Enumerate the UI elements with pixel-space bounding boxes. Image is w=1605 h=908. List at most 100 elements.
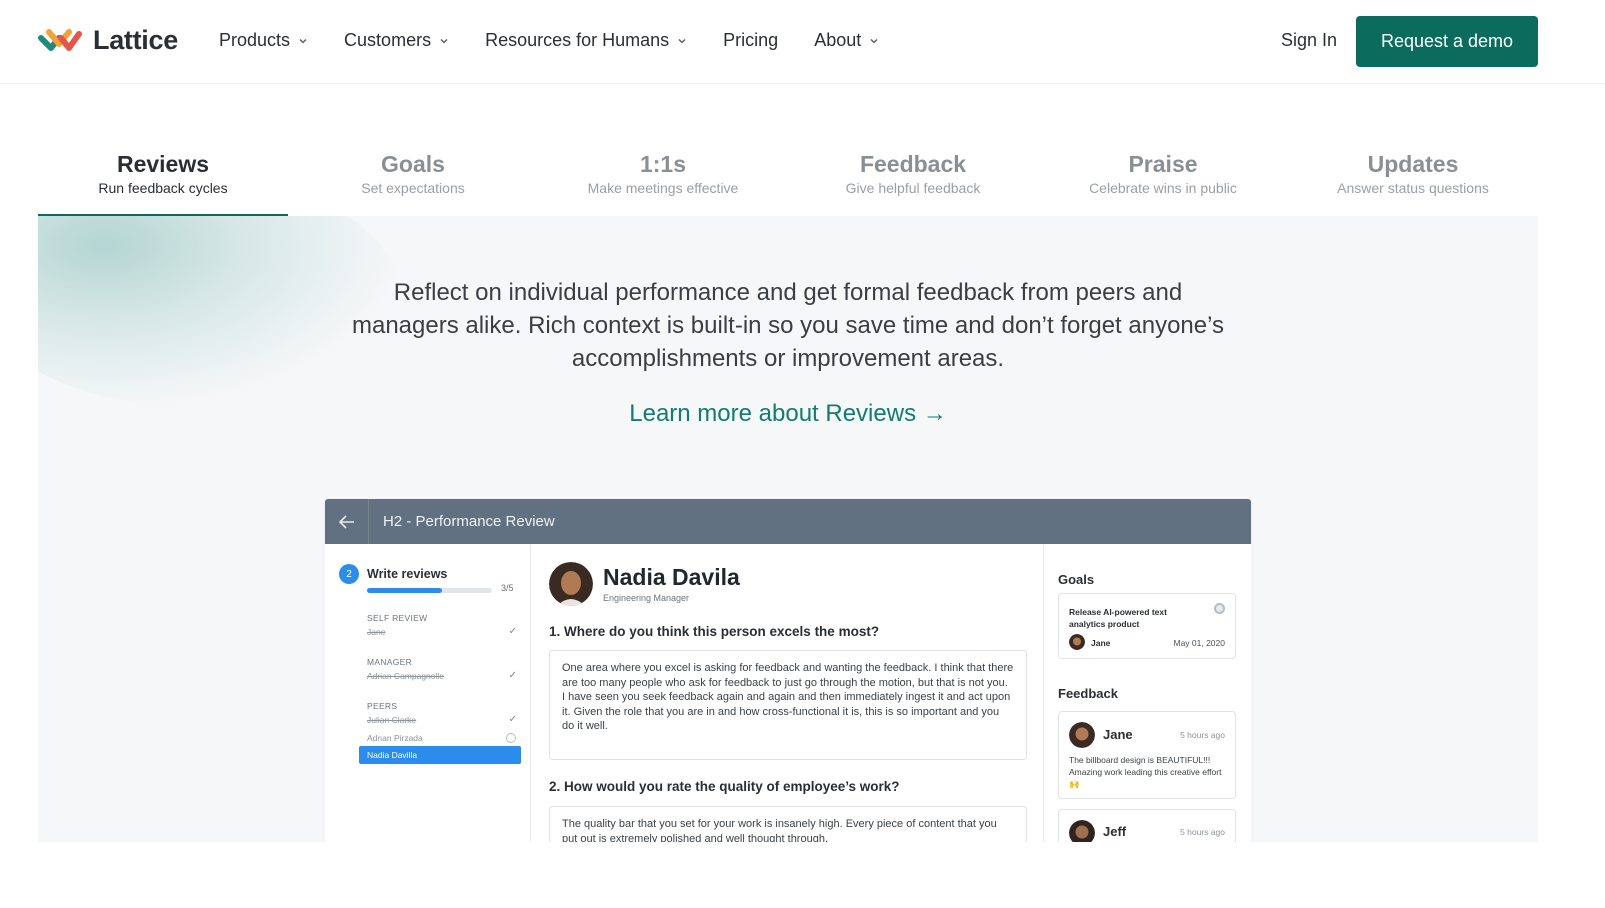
answer-paragraph: I have seen you seek feedback again and … [562,691,1011,732]
goal-title: Release AI-powered text analytics produc… [1069,607,1167,629]
arrow-left-icon [338,514,354,529]
reviewee-julian[interactable]: Julian Clarke ✓ [367,714,517,725]
logo[interactable]: Lattice [37,24,178,56]
answer-paragraph: One area where you excel is asking for f… [562,662,1014,689]
menu-about[interactable]: About [814,30,879,51]
progress-bar [367,588,492,593]
menu-resources[interactable]: Resources for Humans [485,30,687,51]
avatar [549,562,593,606]
checkmark-icon: ✓ [508,714,517,725]
tab-one-on-ones[interactable]: 1:1s Make meetings effective [538,140,788,216]
product-tabs: Reviews Run feedback cycles Goals Set ex… [38,140,1538,216]
product-screenshot: H2 - Performance Review 2 Write reviews … [325,499,1251,842]
reviewee-name: Adrian Campagnolle [367,671,445,681]
progress-fill [367,588,442,593]
back-button[interactable] [325,499,369,544]
reviewee-nadia[interactable]: Nadia Davilla [359,746,521,764]
feedback-text: The billboard design is BEAUTIFUL!!! Ama… [1069,755,1222,789]
avatar [1069,722,1095,748]
group-label-peers: PEERS [367,701,398,711]
reviewee-name: Jane [367,627,386,637]
main-menu: Products Customers Resources for Humans … [219,30,915,51]
feedback-card[interactable]: Jane 5 hours ago The billboard design is… [1058,711,1236,799]
chevron-down-icon [870,38,878,43]
tab-updates[interactable]: Updates Answer status questions [1288,140,1538,216]
reviewee-adrian[interactable]: Adrian Campagnolle ✓ [367,670,517,681]
menu-label: About [814,30,862,50]
menu-label: Pricing [723,30,779,50]
goal-owner: Jane [1091,638,1111,648]
review-title: H2 - Performance Review [383,513,555,530]
tab-subtitle: Run feedback cycles [98,180,228,196]
answer-2-textarea[interactable]: The quality bar that you set for your wo… [549,806,1027,842]
answer-paragraph: The quality bar that you set for your wo… [562,818,997,842]
step-number-badge: 2 [339,564,359,584]
menu-label: Resources for Humans [485,30,670,50]
checkmark-icon: ✓ [508,626,517,637]
review-sidebar: 2 Write reviews 3/5 SELF REVIEW Jane ✓ M… [325,544,531,842]
reviewee-adnan[interactable]: Adnan Pirzada [367,733,517,743]
reviews-panel: Reflect on individual performance and ge… [38,216,1538,842]
tab-subtitle: Answer status questions [1337,180,1489,196]
tab-title: Praise [1128,151,1198,177]
feedback-heading: Feedback [1058,686,1118,701]
app-header-bar: H2 - Performance Review [325,499,1251,544]
person-portrait-icon [1069,634,1085,650]
tab-title: Goals [381,151,445,177]
employee-role: Engineering Manager [603,593,690,603]
reviewee-name: Nadia Davilla [367,750,418,760]
question-2: 2. How would you rate the quality of emp… [549,779,900,794]
tab-subtitle: Give helpful feedback [845,180,981,196]
sign-in-link[interactable]: Sign In [1281,30,1337,51]
goal-date: May 01, 2020 [1173,638,1225,648]
feedback-time: 5 hours ago [1180,827,1225,837]
feedback-author: Jane [1103,727,1133,742]
progress-count: 3/5 [501,583,514,593]
tab-goals[interactable]: Goals Set expectations [288,140,538,216]
chevron-down-icon [678,38,686,43]
reviews-description: Reflect on individual performance and ge… [351,279,1225,372]
tab-title: Updates [1367,151,1459,177]
feedback-time: 5 hours ago [1180,730,1225,740]
person-portrait-icon [1069,820,1095,842]
learn-more-link[interactable]: Learn more about Reviews → [348,400,1228,428]
menu-customers[interactable]: Customers [344,30,449,51]
tab-feedback[interactable]: Feedback Give helpful feedback [788,140,1038,216]
tab-subtitle: Celebrate wins in public [1089,180,1237,196]
step-header: 2 Write reviews [339,564,447,584]
goal-card[interactable]: Release AI-powered text analytics produc… [1058,593,1236,659]
tab-subtitle: Set expectations [361,180,465,196]
decorative-glow [38,216,398,406]
tab-title: Feedback [859,151,967,177]
tab-title: Reviews [116,151,210,177]
request-demo-button[interactable]: Request a demo [1356,16,1538,67]
status-dot-icon [1214,603,1225,614]
question-1: 1. Where do you think this person excels… [549,624,880,639]
avatar [1069,634,1085,650]
reviewee-jane[interactable]: Jane ✓ [367,626,517,637]
person-portrait-icon [1069,722,1095,748]
feedback-card[interactable]: Jeff 5 hours ago [1058,809,1236,842]
tab-subtitle: Make meetings effective [587,180,739,196]
checkmark-icon: ✓ [508,670,517,681]
group-label-manager: MANAGER [367,657,413,667]
avatar [1069,820,1095,842]
lattice-logo-icon [38,29,82,51]
menu-products[interactable]: Products [219,30,308,51]
menu-pricing[interactable]: Pricing [723,30,778,51]
tab-praise[interactable]: Praise Celebrate wins in public [1038,140,1288,216]
goals-heading: Goals [1058,572,1095,587]
feedback-author: Jeff [1103,824,1127,839]
group-label-self-review: SELF REVIEW [367,613,428,623]
menu-label: Customers [344,30,432,50]
step-label: Write reviews [367,567,448,581]
chevron-down-icon [440,38,448,43]
tab-reviews[interactable]: Reviews Run feedback cycles [38,140,288,216]
top-nav: Lattice Products Customers Resources for… [0,0,1605,84]
context-panel: Goals Release AI-powered text analytics … [1043,544,1251,842]
reviewee-name: Adnan Pirzada [367,733,423,743]
review-form: Nadia Davila Engineering Manager 1. Wher… [531,544,1043,842]
person-portrait-icon [549,562,593,606]
answer-1-textarea[interactable]: One area where you excel is asking for f… [549,650,1027,760]
pending-circle-icon [506,733,516,743]
